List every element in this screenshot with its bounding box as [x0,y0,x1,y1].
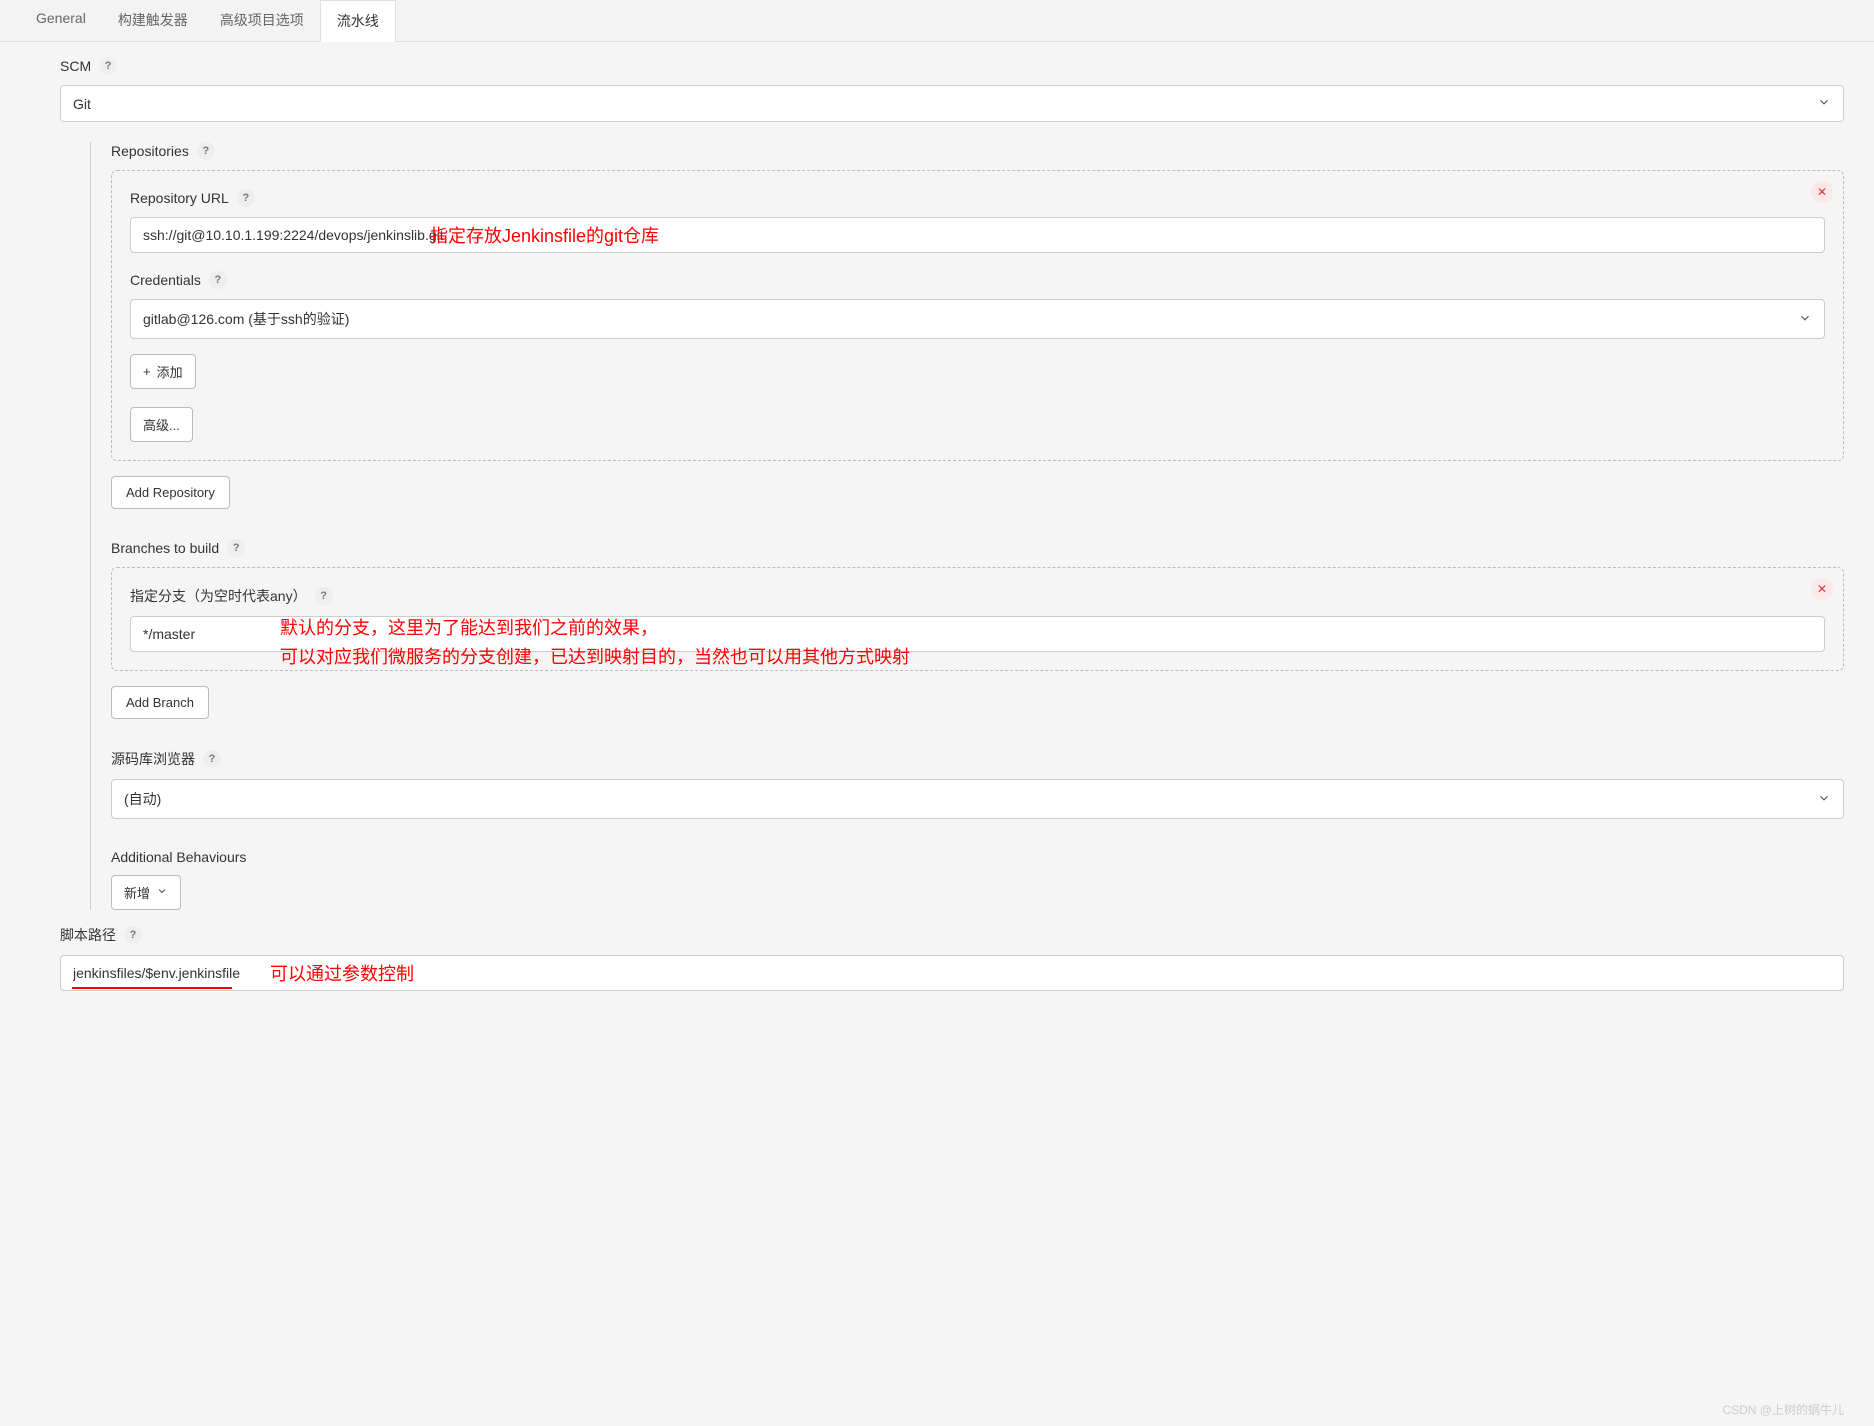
help-icon[interactable]: ? [99,57,117,75]
tab-advanced[interactable]: 高级项目选项 [204,0,320,41]
help-icon[interactable]: ? [197,142,215,160]
behaviours-label: Additional Behaviours [111,849,246,865]
watermark: CSDN @上树的蜗牛儿 [1722,1401,1844,1418]
close-icon[interactable]: ✕ [1811,578,1833,600]
browser-label: 源码库浏览器 [111,749,195,769]
help-icon[interactable]: ? [227,539,245,557]
add-credentials-button[interactable]: + 添加 [130,354,196,389]
script-path-label: 脚本路径 [60,925,116,945]
red-underline [72,987,232,989]
chevron-down-icon [1798,311,1812,328]
tab-trigger[interactable]: 构建触发器 [102,0,204,41]
scm-value: Git [73,96,91,112]
add-behaviour-button[interactable]: 新增 [111,875,181,910]
credentials-label: Credentials [130,272,201,288]
close-icon[interactable]: ✕ [1811,181,1833,203]
chevron-down-icon [1817,95,1831,112]
chevron-down-icon [1817,791,1831,808]
scm-label: SCM [60,58,91,74]
branch-spec-input[interactable] [130,616,1825,652]
help-icon[interactable]: ? [209,271,227,289]
plus-icon: + [143,364,151,379]
repository-box: ✕ Repository URL ? 指定存放Jenkinsfile的git仓库… [111,170,1844,461]
scm-select[interactable]: Git [60,85,1844,122]
branches-label: Branches to build [111,540,219,556]
tab-general[interactable]: General [20,0,102,41]
chevron-down-icon [156,885,168,900]
credentials-value: gitlab@126.com (基于ssh的验证) [143,309,349,329]
help-icon[interactable]: ? [203,750,221,768]
advanced-button[interactable]: 高级... [130,407,193,442]
repo-url-input[interactable] [130,217,1825,253]
repo-url-label: Repository URL [130,190,229,206]
script-path-section: 脚本路径 ? 可以通过参数控制 [60,925,1844,991]
add-repository-button[interactable]: Add Repository [111,476,230,509]
help-icon[interactable]: ? [124,926,142,944]
credentials-select[interactable]: gitlab@126.com (基于ssh的验证) [130,299,1825,339]
tabs-bar: General 构建触发器 高级项目选项 流水线 [0,0,1874,42]
help-icon[interactable]: ? [237,189,255,207]
scm-section: SCM ? Git [60,57,1844,122]
branch-box: ✕ 指定分支（为空时代表any） ? 默认的分支，这里为了能达到我们之前的效果，… [111,567,1844,671]
add-behaviour-label: 新增 [124,883,150,902]
repositories-label: Repositories [111,143,189,159]
content-area: SCM ? Git Repositories ? ✕ Repository UR… [0,42,1874,1026]
add-credentials-label: 添加 [157,362,183,381]
tab-pipeline[interactable]: 流水线 [320,0,396,42]
help-icon[interactable]: ? [315,587,333,605]
add-branch-button[interactable]: Add Branch [111,686,209,719]
browser-select[interactable]: (自动) [111,779,1844,819]
script-path-input[interactable] [60,955,1844,991]
browser-value: (自动) [124,789,161,809]
branch-spec-label: 指定分支（为空时代表any） [130,586,307,606]
